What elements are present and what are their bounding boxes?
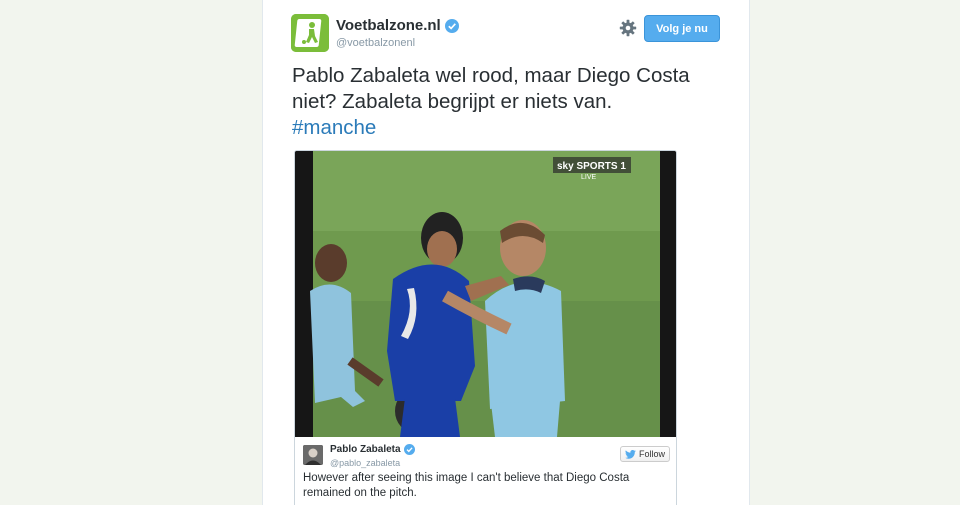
hashtag-link[interactable]: #manche [292,116,376,139]
gear-icon[interactable] [619,19,637,37]
embedded-account-name-text[interactable]: Pablo Zabaleta [330,444,401,455]
embedded-tweet: Pablo Zabaleta @pablo_zabaleta Follow Ho… [295,437,676,505]
embedded-account-avatar[interactable] [303,445,323,465]
tweet-text: Pablo Zabaleta wel rood, maar Diego Cost… [292,63,732,141]
verified-badge-icon [403,444,415,455]
account-avatar[interactable] [291,14,329,52]
account-name-text[interactable]: Voetbalzone.nl [336,17,441,34]
broadcaster-logo: sky SPORTS 1 [557,161,626,172]
match-photo[interactable]: sky SPORTS 1 LIVE [295,151,676,437]
football-pitch-image: sky SPORTS 1 LIVE [295,151,676,437]
account-handle[interactable]: @voetbalzonenl [336,37,415,49]
soccer-player-logo-icon [291,14,329,52]
person-avatar-icon [303,445,323,465]
tweet-card: Voetbalzone.nl @voetbalzonenl Volg je nu… [262,0,750,505]
embedded-account-handle[interactable]: @pablo_zabaleta [330,458,400,468]
embedded-follow-button[interactable]: Follow [620,446,670,462]
embedded-follow-label[interactable]: Follow [639,449,665,459]
verified-badge-icon [444,18,459,33]
follow-button[interactable]: Volg je nu [644,15,720,42]
tweet-body: Pablo Zabaleta wel rood, maar Diego Cost… [292,64,690,113]
live-label: LIVE [581,174,597,181]
twitter-bird-icon [625,449,636,459]
embedded-tweet-media[interactable]: sky SPORTS 1 LIVE Pablo Zabaleta @pablo_… [294,150,677,505]
embedded-tweet-text: However after seeing this image I can't … [303,472,630,499]
embedded-account-name[interactable]: Pablo Zabaleta [330,444,415,455]
account-name[interactable]: Voetbalzone.nl [336,17,459,34]
